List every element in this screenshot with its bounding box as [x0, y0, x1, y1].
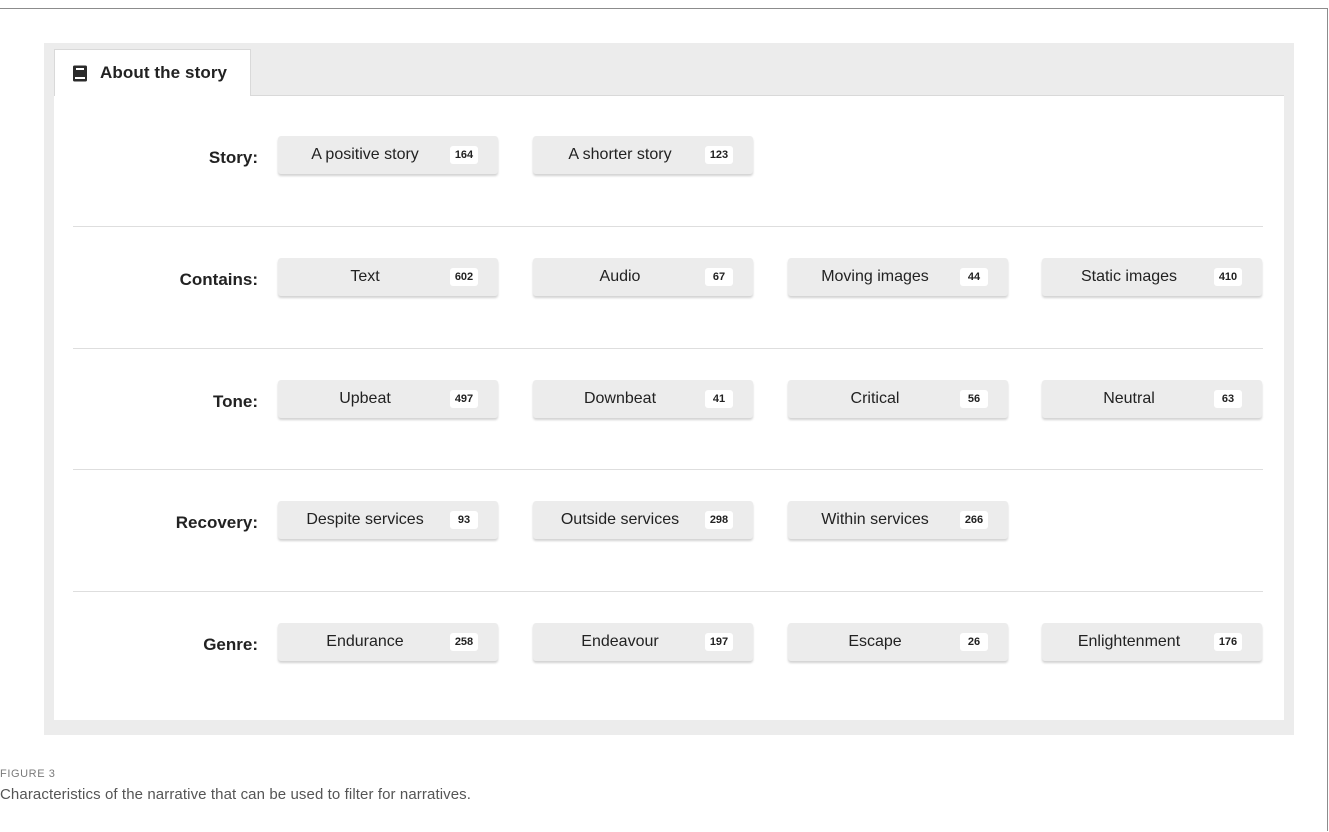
chip-label: Static images	[1080, 268, 1178, 285]
chip-label: Upbeat	[339, 390, 391, 407]
figure-label: FIGURE 3	[0, 768, 56, 780]
filter-chip-outside-services[interactable]: Outside services 298	[533, 501, 753, 539]
count-badge: 56	[960, 390, 988, 408]
filter-chip-within-services[interactable]: Within services 266	[788, 501, 1008, 539]
chip-label: Moving images	[821, 268, 929, 285]
filter-row-tone: Tone: Upbeat 497 Downbeat 41 Critical 56 Neutra…	[54, 377, 1284, 427]
filter-chip-escape[interactable]: Escape 26	[788, 623, 1008, 661]
count-badge: 176	[1214, 633, 1242, 651]
count-badge: 41	[705, 390, 733, 408]
count-badge: 44	[960, 268, 988, 286]
filter-panel: About the story Story: A positive story 16…	[44, 43, 1294, 735]
count-badge: 197	[705, 633, 733, 651]
chip-label: Outside services	[560, 511, 680, 528]
filter-row-label: Genre:	[203, 635, 258, 654]
filter-chip-a-positive-story[interactable]: A positive story 164	[278, 136, 498, 174]
chip-label: Within services	[821, 511, 929, 528]
filter-chip-endeavour[interactable]: Endeavour 197	[533, 623, 753, 661]
chip-label: A positive story	[311, 146, 419, 163]
filter-row-recovery: Recovery: Despite services 93 Outside servi…	[54, 498, 1284, 548]
filter-chip-moving-images[interactable]: Moving images 44	[788, 258, 1008, 296]
filter-chip-upbeat[interactable]: Upbeat 497	[278, 380, 498, 418]
filter-row-genre: Genre: Endurance 258 Endeavour 197 Escape 26 En…	[54, 620, 1284, 670]
chip-label: A shorter story	[568, 146, 672, 163]
chip-label: Neutral	[1103, 390, 1155, 407]
book-icon	[72, 65, 88, 82]
filter-chip-enlightenment[interactable]: Enlightenment 176	[1042, 623, 1262, 661]
chip-label: Enlightenment	[1077, 633, 1181, 650]
count-badge: 602	[450, 268, 478, 286]
chip-label: Despite services	[306, 511, 424, 528]
filter-chip-despite-services[interactable]: Despite services 93	[278, 501, 498, 539]
filter-row-label: Tone:	[212, 392, 258, 411]
tab-about-the-story[interactable]: About the story	[54, 49, 251, 96]
filter-chip-critical[interactable]: Critical 56	[788, 380, 1008, 418]
chip-label: Escape	[848, 633, 902, 650]
count-badge: 410	[1214, 268, 1242, 286]
row-divider	[73, 348, 1263, 349]
filter-row-story: Story: A positive story 164 A shorter story…	[54, 133, 1284, 183]
row-divider	[73, 591, 1263, 592]
row-divider	[73, 226, 1263, 227]
count-badge: 298	[705, 511, 733, 529]
count-badge: 26	[960, 633, 988, 651]
figure-caption: Characteristics of the narrative that ca…	[0, 786, 472, 803]
filter-chip-neutral[interactable]: Neutral 63	[1042, 380, 1262, 418]
row-divider	[73, 469, 1263, 470]
count-badge: 123	[705, 146, 733, 164]
count-badge: 63	[1214, 390, 1242, 408]
filter-chip-static-images[interactable]: Static images 410	[1042, 258, 1262, 296]
count-badge: 164	[450, 146, 478, 164]
filter-row-label: Story:	[208, 148, 258, 167]
tab-label: About the story	[100, 63, 228, 82]
filter-chip-audio[interactable]: Audio 67	[533, 258, 753, 296]
filter-chip-downbeat[interactable]: Downbeat 41	[533, 380, 753, 418]
count-badge: 258	[450, 633, 478, 651]
chip-label: Downbeat	[583, 390, 657, 407]
count-badge: 93	[450, 511, 478, 529]
chip-label: Text	[350, 268, 380, 285]
chip-label: Endeavour	[581, 633, 659, 650]
filter-panel-body: Story: A positive story 164 A shorter story…	[54, 95, 1284, 720]
count-badge: 67	[705, 268, 733, 286]
chip-label: Critical	[850, 390, 900, 407]
filter-row-label: Contains:	[179, 270, 258, 289]
filter-chip-a-shorter-story[interactable]: A shorter story 123	[533, 136, 753, 174]
filter-chip-text[interactable]: Text 602	[278, 258, 498, 296]
filter-chip-endurance[interactable]: Endurance 258	[278, 623, 498, 661]
filter-row-contains: Contains: Text 602 Audio 67 Moving images 44 St…	[54, 255, 1284, 305]
count-badge: 266	[960, 511, 988, 529]
filter-row-label: Recovery:	[175, 513, 258, 532]
count-badge: 497	[450, 390, 478, 408]
chip-label: Endurance	[326, 633, 404, 650]
chip-label: Audio	[599, 268, 641, 285]
